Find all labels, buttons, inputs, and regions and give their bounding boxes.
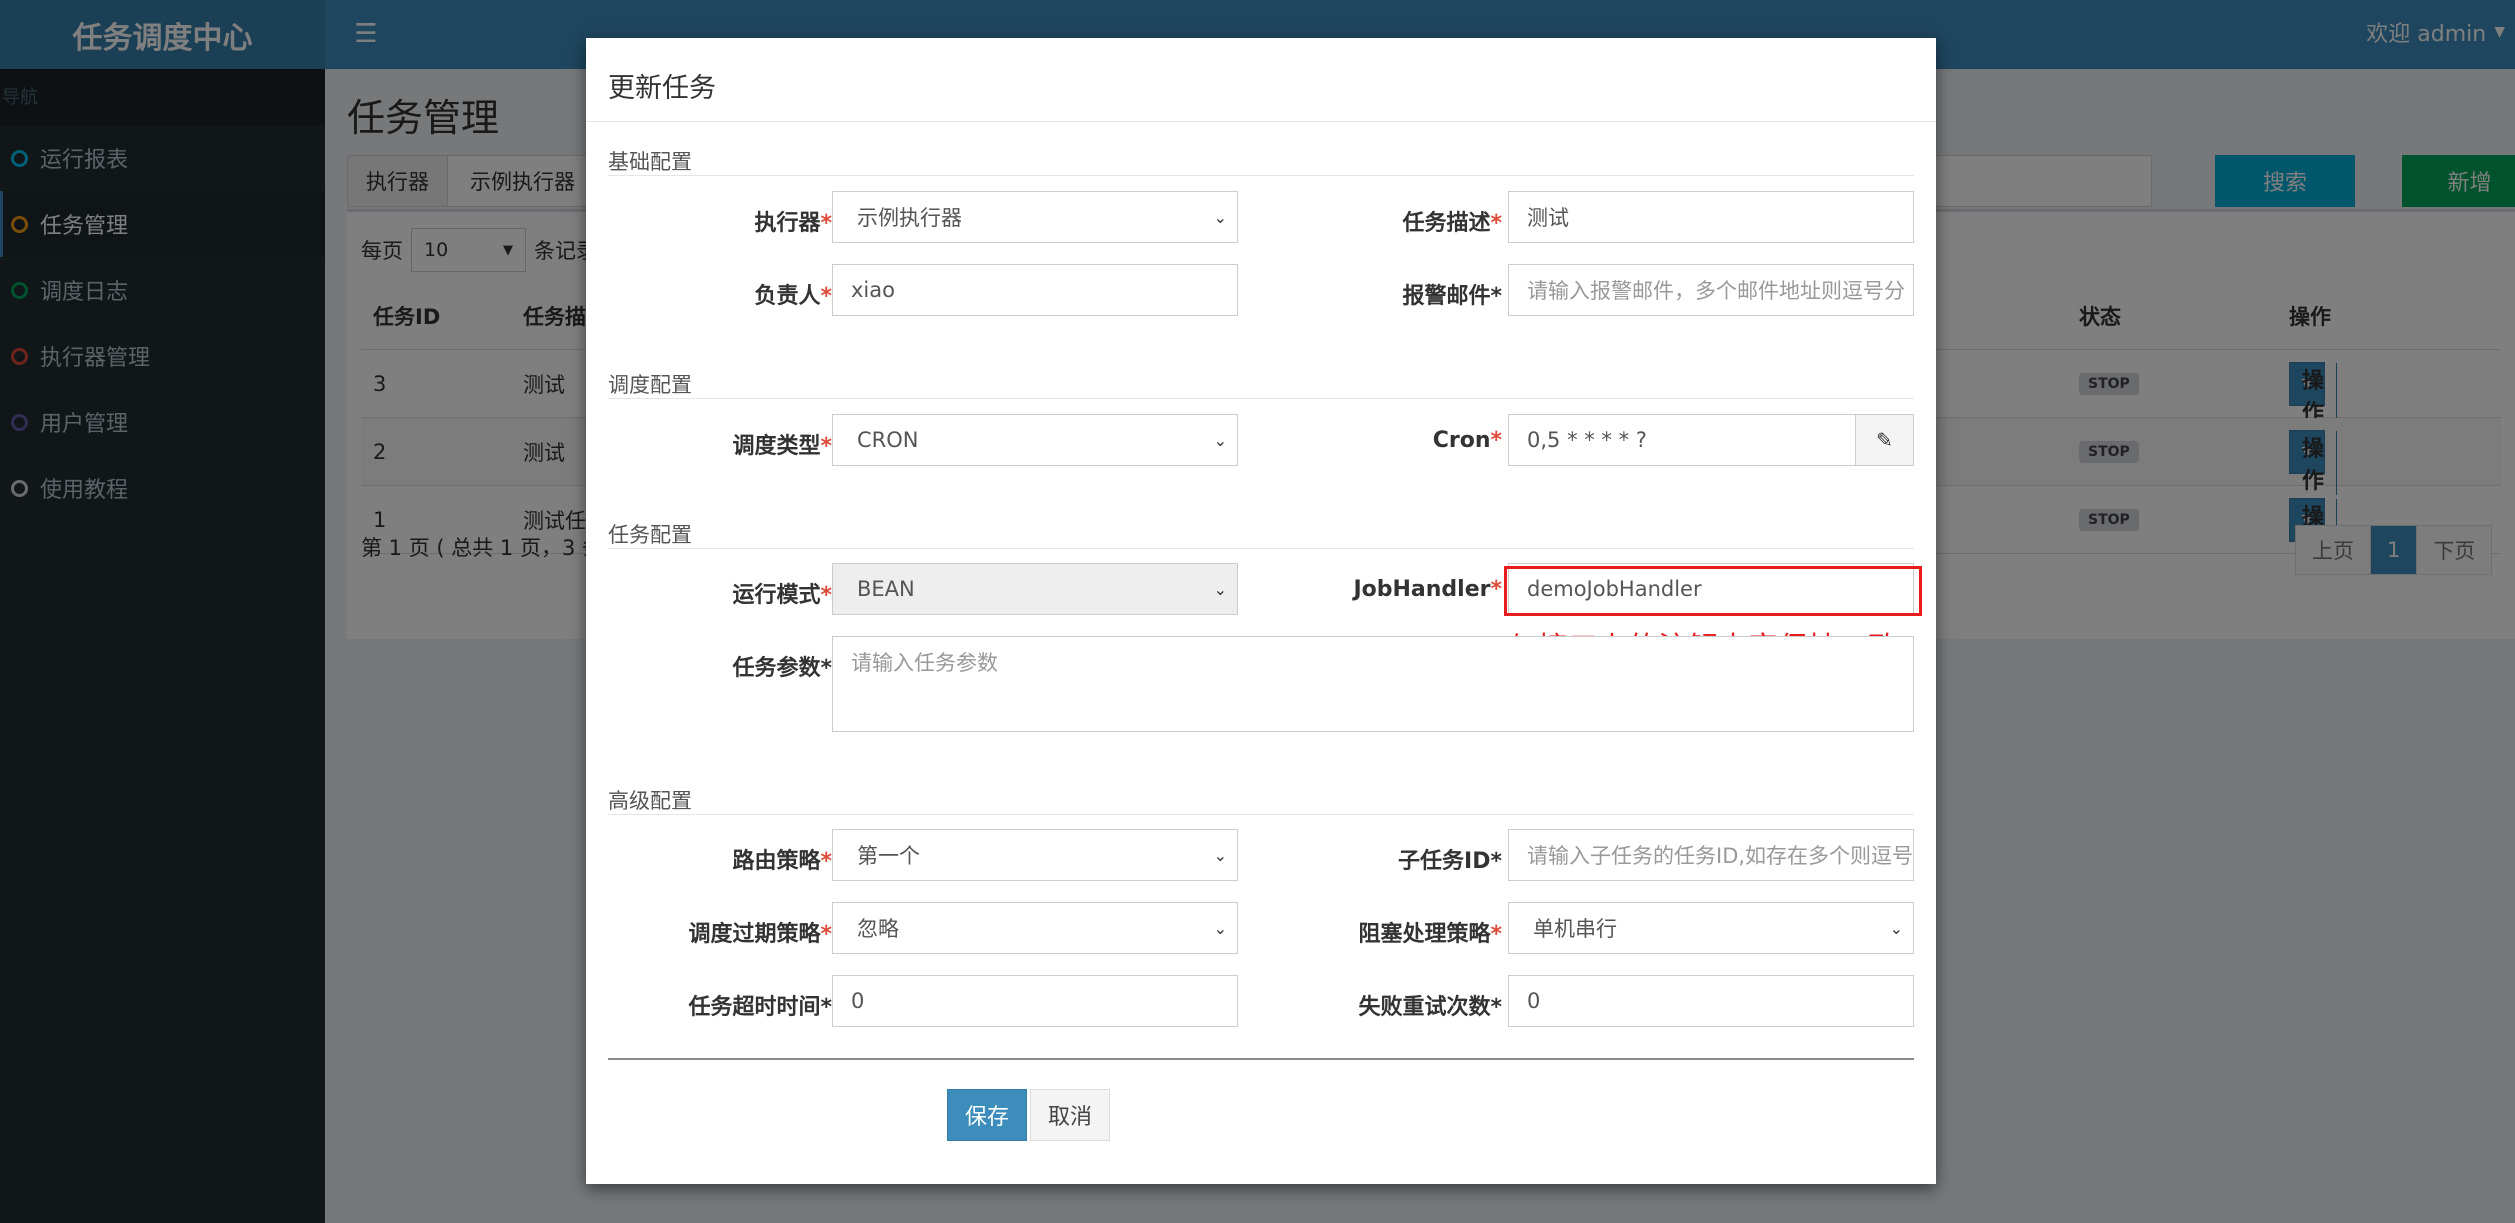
run-mode-label: 运行模式* — [732, 583, 832, 608]
block-strategy-label: 阻塞处理策略* — [1358, 922, 1502, 947]
misfire-select[interactable]: 忽略 ⌄ — [832, 902, 1238, 954]
job-desc-label-text: 任务描述 — [1402, 211, 1491, 236]
modal-header-divider — [586, 121, 1936, 122]
schedule-type-select[interactable]: CRON ⌄ — [832, 414, 1238, 466]
chevron-down-icon: ⌄ — [1213, 845, 1227, 865]
schedule-type-value: CRON — [857, 428, 919, 452]
cron-input[interactable]: 0,5 * * * * ? — [1508, 414, 1856, 466]
job-desc-input[interactable]: 测试 — [1508, 191, 1914, 243]
section-schedule: 调度配置 — [608, 369, 1914, 399]
chevron-down-icon: ⌄ — [1213, 430, 1227, 450]
route-strategy-label-text: 路由策略 — [732, 849, 821, 874]
child-job-input[interactable]: 请输入子任务的任务ID,如存在多个则逗号 — [1508, 829, 1914, 881]
run-mode-label-text: 运行模式 — [732, 583, 821, 608]
executor-label-text: 执行器 — [754, 211, 821, 236]
schedule-type-label: 调度类型* — [732, 434, 832, 459]
run-mode-select[interactable]: BEAN ⌄ — [832, 563, 1238, 615]
edit-icon[interactable]: ✎ — [1856, 414, 1914, 466]
block-strategy-value: 单机串行 — [1533, 917, 1617, 941]
alarm-email-label: 报警邮件* — [1402, 284, 1502, 309]
job-handler-label-text: JobHandler — [1353, 577, 1491, 602]
owner-label-text: 负责人 — [754, 284, 821, 309]
retry-label: 失败重试次数* — [1358, 995, 1502, 1020]
chevron-down-icon: ⌄ — [1213, 579, 1227, 599]
executor-label: 执行器* — [754, 211, 832, 236]
block-strategy-label-text: 阻塞处理策略 — [1358, 922, 1491, 947]
section-advanced: 高级配置 — [608, 785, 1914, 815]
update-job-modal: 更新任务 基础配置 执行器* 示例执行器 ⌄ 任务描述* 测试 负责人* xia… — [586, 38, 1936, 1184]
executor-select[interactable]: 示例执行器 ⌄ — [832, 191, 1238, 243]
chevron-down-icon: ⌄ — [1213, 207, 1227, 227]
executor-value: 示例执行器 — [857, 206, 962, 230]
modal-title: 更新任务 — [608, 73, 716, 104]
job-desc-label: 任务描述* — [1402, 211, 1502, 236]
cron-label: Cron* — [1432, 428, 1502, 453]
misfire-label: 调度过期策略* — [688, 922, 832, 947]
section-basic: 基础配置 — [608, 146, 1914, 176]
timeout-input[interactable]: 0 — [832, 975, 1238, 1027]
block-strategy-select[interactable]: 单机串行 ⌄ — [1508, 902, 1914, 954]
misfire-label-text: 调度过期策略 — [688, 922, 821, 947]
run-mode-value: BEAN — [857, 577, 915, 601]
highlight-box — [1504, 566, 1922, 616]
job-handler-label: JobHandler* — [1353, 577, 1502, 602]
misfire-value: 忽略 — [857, 917, 899, 941]
timeout-label: 任务超时时间* — [688, 995, 832, 1020]
route-strategy-select[interactable]: 第一个 ⌄ — [832, 829, 1238, 881]
job-param-textarea[interactable]: 请输入任务参数 — [832, 636, 1914, 732]
cron-label-text: Cron — [1432, 428, 1491, 453]
alarm-email-input[interactable]: 请输入报警邮件，多个邮件地址则逗号分 — [1508, 264, 1914, 316]
save-button[interactable]: 保存 — [947, 1089, 1027, 1141]
retry-input[interactable]: 0 — [1508, 975, 1914, 1027]
child-job-label: 子任务ID* — [1398, 849, 1502, 874]
section-job: 任务配置 — [608, 519, 1914, 549]
route-strategy-value: 第一个 — [857, 844, 920, 868]
owner-input[interactable]: xiao — [832, 264, 1238, 316]
chevron-down-icon: ⌄ — [1213, 918, 1227, 938]
schedule-type-label-text: 调度类型 — [732, 434, 821, 459]
route-strategy-label: 路由策略* — [732, 849, 832, 874]
chevron-down-icon: ⌄ — [1889, 918, 1903, 938]
modal-footer-divider — [608, 1058, 1914, 1060]
job-param-label: 任务参数* — [732, 656, 832, 681]
cancel-button[interactable]: 取消 — [1030, 1089, 1110, 1141]
owner-label: 负责人* — [754, 284, 832, 309]
